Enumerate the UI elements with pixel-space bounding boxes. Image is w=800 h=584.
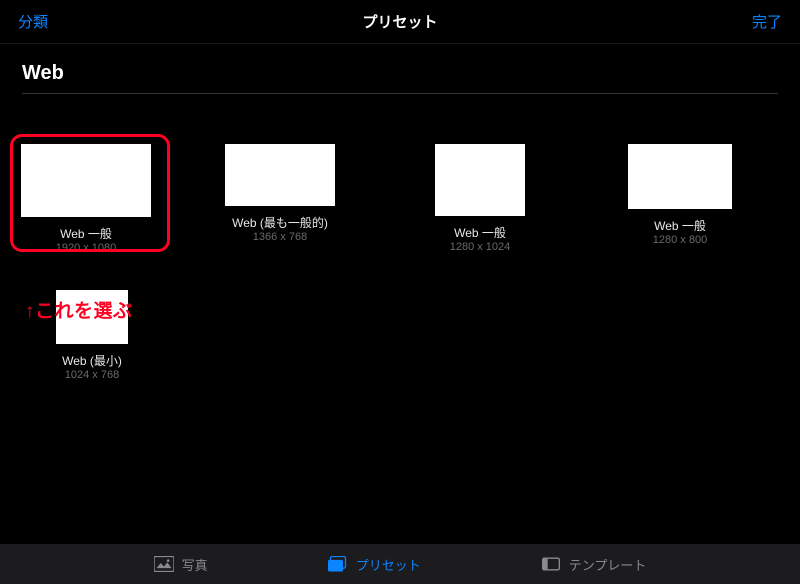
preset-label: Web (最も一般的) — [232, 214, 328, 231]
preset-thumbnail — [628, 144, 732, 209]
preset-thumbnail — [435, 144, 525, 216]
categorize-button[interactable]: 分類 — [18, 11, 48, 32]
done-button[interactable]: 完了 — [752, 11, 782, 32]
preset-web-1920x1080[interactable]: Web 一般 1920 x 1080 — [10, 144, 150, 254]
preset-grid-web: Web 一般 1920 x 1080 Web (最も一般的) 1366 x 76… — [0, 94, 800, 391]
preset-thumbnail — [225, 144, 335, 206]
tab-presets[interactable]: プリセット — [328, 555, 421, 574]
preset-dimensions: 1366 x 768 — [253, 231, 307, 243]
preset-web-1280x800[interactable]: Web 一般 1280 x 800 — [610, 144, 750, 254]
preset-label: Web 一般 — [60, 225, 112, 242]
preset-web-1280x1024[interactable]: Web 一般 1280 x 1024 — [410, 144, 550, 254]
preset-web-1366x768[interactable]: Web (最も一般的) 1366 x 768 — [210, 144, 350, 254]
bottom-toolbar: 写真 プリセット テンプレート — [0, 544, 800, 584]
preset-label: Web (最小) — [62, 352, 122, 369]
preset-label: Web 一般 — [654, 217, 706, 234]
preset-icon — [328, 556, 348, 572]
header: 分類 プリセット 完了 — [0, 0, 800, 44]
preset-thumbnail — [56, 290, 128, 344]
photo-icon — [154, 556, 174, 572]
preset-dimensions: 1280 x 800 — [653, 234, 707, 246]
preset-thumbnail — [21, 144, 151, 217]
preset-dimensions: 1280 x 1024 — [450, 241, 511, 253]
page-title: プリセット — [362, 11, 437, 32]
preset-label: Web 一般 — [454, 224, 506, 241]
tab-label: プリセット — [356, 555, 421, 574]
preset-web-1024x768[interactable]: Web (最小) 1024 x 768 — [22, 290, 162, 381]
content-scroll[interactable]: Web Web 一般 1920 x 1080 Web (最も一般的) 1366 … — [0, 44, 800, 544]
preset-dimensions: 1024 x 768 — [65, 369, 119, 381]
preset-dimensions: 1920 x 1080 — [56, 242, 117, 254]
tab-templates[interactable]: テンプレート — [541, 555, 647, 574]
template-icon — [541, 556, 561, 572]
tab-label: 写真 — [182, 555, 208, 574]
tab-photos[interactable]: 写真 — [154, 555, 208, 574]
tab-label: テンプレート — [569, 555, 647, 574]
section-title-web: Web — [0, 44, 800, 93]
